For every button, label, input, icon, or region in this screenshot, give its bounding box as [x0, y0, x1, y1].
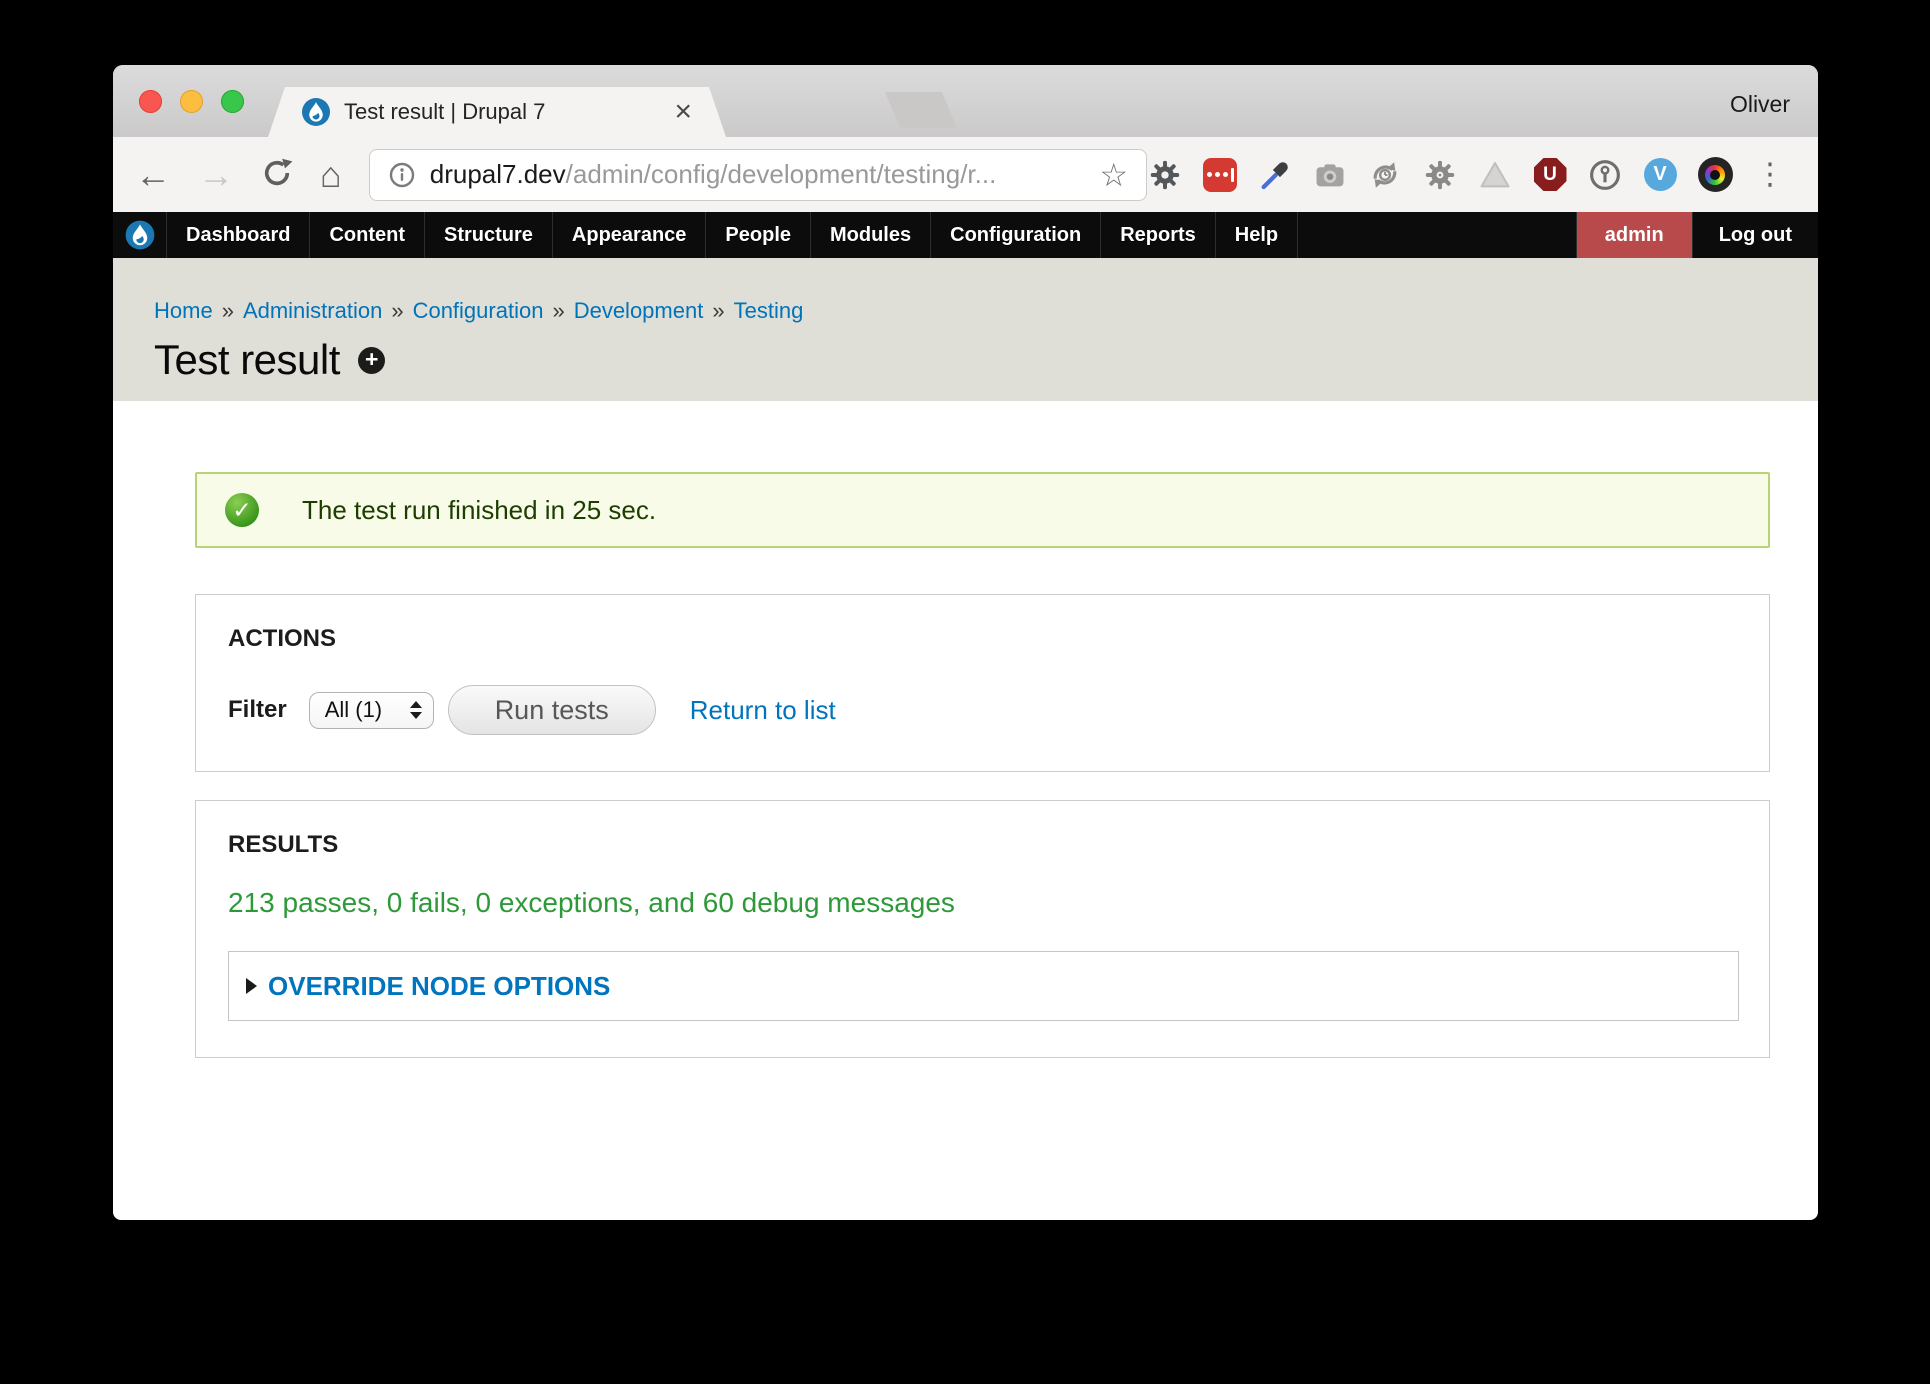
fieldset-label[interactable]: OVERRIDE NODE OPTIONS — [268, 971, 610, 1002]
breadcrumb-separator: » — [391, 298, 403, 323]
toolbar-logout-button[interactable]: Log out — [1693, 212, 1818, 258]
filter-selected-value: All (1) — [325, 697, 382, 723]
status-message: ✓ The test run finished in 25 sec. — [195, 472, 1770, 548]
main-content: ✓ The test run finished in 25 sec. ACTIO… — [113, 401, 1818, 1058]
breadcrumb-separator: » — [222, 298, 234, 323]
google-drive-icon[interactable] — [1477, 157, 1513, 193]
toolbar-item-structure[interactable]: Structure — [425, 212, 553, 258]
browser-tab[interactable]: Test result | Drupal 7 × — [268, 87, 726, 137]
camera-lens-icon[interactable] — [1697, 157, 1733, 193]
traffic-lights — [139, 90, 244, 113]
results-summary: 213 passes, 0 fails, 0 exceptions, and 6… — [228, 887, 1737, 919]
url-path: /admin/config/development/testing/r... — [566, 159, 997, 190]
back-button[interactable]: ← — [135, 157, 171, 193]
home-button[interactable]: ⌂ — [320, 157, 342, 193]
ublock-origin-icon[interactable]: U — [1532, 157, 1568, 193]
run-tests-button[interactable]: Run tests — [448, 685, 656, 735]
add-shortcut-icon[interactable]: + — [358, 347, 385, 374]
forward-button: → — [198, 157, 234, 193]
close-tab-icon[interactable]: × — [674, 97, 692, 127]
status-message-text: The test run finished in 25 sec. — [302, 495, 656, 526]
toolbar-item-configuration[interactable]: Configuration — [931, 212, 1101, 258]
v-letter: V — [1653, 163, 1666, 186]
actions-panel: ACTIONS Filter All (1) Run tests Return … — [195, 594, 1770, 772]
new-tab-button[interactable] — [885, 92, 957, 128]
drupal-admin-toolbar: Dashboard Content Structure Appearance P… — [113, 212, 1818, 258]
fullscreen-window-button[interactable] — [221, 90, 244, 113]
breadcrumb-configuration[interactable]: Configuration — [413, 298, 544, 323]
toolbar-item-reports[interactable]: Reports — [1101, 212, 1216, 258]
camera-icon[interactable] — [1312, 157, 1348, 193]
toolbar-item-appearance[interactable]: Appearance — [553, 212, 707, 258]
toolbar-item-people[interactable]: People — [706, 212, 811, 258]
override-node-options-fieldset[interactable]: OVERRIDE NODE OPTIONS — [228, 951, 1739, 1021]
page-title: Test result + — [154, 336, 1818, 384]
toolbar-item-dashboard[interactable]: Dashboard — [167, 212, 310, 258]
breadcrumb-development[interactable]: Development — [574, 298, 704, 323]
reload-button[interactable] — [261, 157, 293, 195]
session-refresh-icon[interactable] — [1367, 157, 1403, 193]
breadcrumb-separator: » — [552, 298, 564, 323]
filter-label: Filter — [228, 696, 287, 724]
url-host: drupal7.dev — [430, 159, 566, 190]
v-circle-icon[interactable]: V — [1642, 157, 1678, 193]
toolbar-admin-button[interactable]: admin — [1576, 212, 1693, 258]
page-header: Home » Administration » Configuration » Develo… — [113, 258, 1818, 401]
breadcrumb: Home » Administration » Configuration » Develo… — [154, 298, 1818, 324]
close-window-button[interactable] — [139, 90, 162, 113]
breadcrumb-separator: » — [712, 298, 724, 323]
page-info-icon[interactable] — [388, 161, 416, 189]
collapsed-triangle-icon — [246, 978, 257, 994]
breadcrumb-administration[interactable]: Administration — [243, 298, 382, 323]
filter-select[interactable]: All (1) — [309, 692, 434, 729]
return-to-list-link[interactable]: Return to list — [690, 695, 836, 726]
browser-menu-icon[interactable]: ⋮ — [1752, 157, 1788, 193]
key-circle-icon[interactable] — [1587, 157, 1623, 193]
select-stepper-icon — [410, 701, 422, 719]
toolbar-item-help[interactable]: Help — [1216, 212, 1298, 258]
address-bar[interactable]: drupal7.dev /admin/config/development/te… — [369, 149, 1147, 201]
bookmark-star-icon[interactable]: ☆ — [1099, 159, 1128, 191]
browser-window: Test result | Drupal 7 × Oliver ← → ⌂ dr… — [113, 65, 1818, 1220]
lastpass-icon[interactable] — [1202, 157, 1238, 193]
drupal-favicon-icon — [302, 98, 330, 126]
settings-gear-icon[interactable] — [1147, 157, 1183, 193]
success-check-icon: ✓ — [225, 493, 259, 527]
eyedropper-icon[interactable] — [1257, 157, 1293, 193]
browser-profile-name[interactable]: Oliver — [1730, 91, 1790, 118]
drupal-logo-icon[interactable] — [113, 212, 167, 258]
ublock-letter: U — [1543, 164, 1557, 186]
toolbar-item-content[interactable]: Content — [310, 212, 425, 258]
breadcrumb-home[interactable]: Home — [154, 298, 213, 323]
browser-toolbar: ← → ⌂ drupal7.dev /admin/config/developm… — [113, 137, 1818, 212]
breadcrumb-testing[interactable]: Testing — [734, 298, 804, 323]
extension-icons: U V ⋮ — [1147, 157, 1796, 193]
extension-gear-icon[interactable] — [1422, 157, 1458, 193]
results-heading: RESULTS — [228, 831, 1737, 859]
filter-row: Filter All (1) Run tests Return to list — [228, 685, 1737, 735]
actions-heading: ACTIONS — [228, 625, 1737, 653]
toolbar-item-modules[interactable]: Modules — [811, 212, 931, 258]
tab-title: Test result | Drupal 7 — [344, 99, 674, 125]
results-panel: RESULTS 213 passes, 0 fails, 0 exception… — [195, 800, 1770, 1058]
minimize-window-button[interactable] — [180, 90, 203, 113]
titlebar: Test result | Drupal 7 × Oliver — [113, 65, 1818, 137]
